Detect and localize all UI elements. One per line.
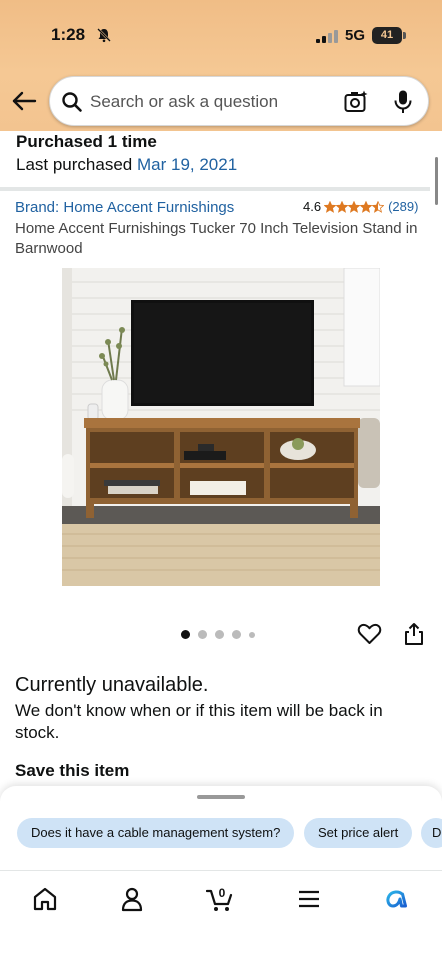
carousel-dot[interactable]	[215, 630, 224, 639]
rating-stars	[324, 200, 385, 213]
cellular-signal-icon	[316, 30, 338, 43]
nav-rufus[interactable]	[382, 885, 410, 913]
scrollbar[interactable]	[435, 157, 438, 205]
bell-muted-icon	[97, 28, 111, 43]
search-bar[interactable]	[49, 76, 429, 126]
product-image[interactable]	[62, 268, 380, 586]
search-icon	[62, 92, 82, 112]
network-type: 5G	[345, 27, 366, 44]
last-purchased-date-link[interactable]: Mar 19, 2021	[137, 155, 237, 174]
nav-cart[interactable]: 0	[205, 885, 234, 913]
availability-status: Currently unavailable.	[15, 674, 209, 696]
last-purchased: Last purchased Mar 19, 2021	[16, 154, 416, 176]
bottom-nav: 0	[0, 870, 442, 960]
rating-count[interactable]: (289)	[388, 199, 418, 214]
save-item-heading: Save this item	[15, 761, 130, 780]
last-purchased-label: Last purchased	[16, 155, 133, 174]
brand-link[interactable]: Brand: Home Accent Furnishings	[15, 199, 234, 216]
section-divider	[0, 187, 430, 191]
app-header: 1:28 5G 41	[0, 0, 442, 131]
carousel-dot[interactable]	[232, 630, 241, 639]
suggestion-chip-price-alert[interactable]: Set price alert	[304, 818, 413, 848]
cart-count: 0	[219, 886, 226, 900]
image-carousel-dots[interactable]	[181, 630, 255, 639]
suggestion-chip-more[interactable]: D	[421, 818, 442, 848]
suggestions-sheet: Does it have a cable management system? …	[0, 786, 442, 870]
back-arrow-icon	[12, 91, 37, 111]
rufus-icon	[386, 890, 407, 908]
star-icon	[372, 200, 385, 213]
star-icon	[360, 200, 373, 213]
menu-icon	[299, 890, 319, 908]
star-icon	[348, 200, 361, 213]
back-button[interactable]	[10, 88, 38, 114]
home-icon	[33, 887, 57, 911]
cart-icon: 0	[205, 886, 233, 911]
suggestion-chip-cable-management[interactable]: Does it have a cable management system?	[17, 818, 295, 848]
purchase-history: Purchased 1 time Last purchased Mar 19, …	[16, 131, 416, 176]
availability-message: We don't know when or if this item will …	[15, 701, 383, 742]
star-icon	[324, 200, 337, 213]
nav-home[interactable]	[31, 885, 59, 913]
carousel-dot[interactable]	[181, 630, 190, 639]
share-icon[interactable]	[404, 622, 424, 646]
carousel-dot[interactable]	[249, 631, 255, 638]
microphone-icon[interactable]	[392, 89, 414, 115]
battery-indicator: 41	[372, 27, 402, 44]
sheet-drag-handle[interactable]	[197, 795, 245, 799]
status-bar: 1:28 5G 41	[0, 0, 442, 70]
heart-icon[interactable]	[357, 622, 382, 646]
status-time: 1:28	[51, 25, 86, 44]
rating-value: 4.6	[303, 199, 322, 214]
camera-search-icon[interactable]	[343, 89, 369, 115]
search-input[interactable]	[90, 89, 336, 115]
account-icon	[121, 887, 143, 912]
nav-menu[interactable]	[295, 885, 323, 913]
product-rating[interactable]: 4.6 (289)	[303, 199, 418, 214]
purchase-count: Purchased 1 time	[16, 132, 157, 151]
nav-account[interactable]	[118, 885, 146, 913]
star-icon	[336, 200, 349, 213]
product-title: Home Accent Furnishings Tucker 70 Inch T…	[15, 220, 418, 257]
carousel-dot[interactable]	[198, 630, 207, 639]
battery-cap	[403, 32, 406, 39]
